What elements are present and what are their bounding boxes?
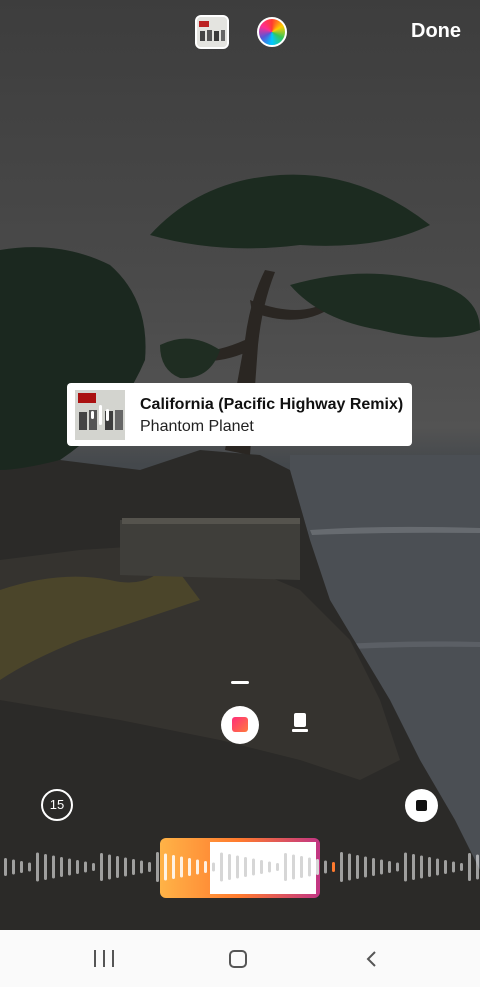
waveform-bar	[212, 862, 215, 872]
waveform-bar	[260, 860, 263, 874]
waveform-bar	[340, 852, 343, 882]
waveform-bar	[84, 861, 87, 873]
song-artist: Phantom Planet	[140, 418, 254, 435]
waveform-bar	[52, 855, 55, 879]
waveform-bar	[68, 858, 71, 876]
waveform-bar	[428, 857, 431, 877]
waveform-bar	[172, 855, 175, 879]
waveform-bar	[228, 854, 231, 880]
waveform-bar	[460, 863, 463, 871]
waveform-bar	[236, 855, 239, 879]
waveform-bar	[92, 863, 95, 871]
waveform-bar	[444, 860, 447, 874]
waveform-bar	[436, 858, 439, 876]
waveform-bar	[324, 860, 327, 874]
waveform-bar	[420, 855, 423, 879]
landscape-illustration	[0, 174, 480, 930]
waveform-bar	[108, 854, 111, 880]
waveform-bar	[76, 860, 79, 874]
waveform-bar	[148, 862, 151, 872]
audio-bars-icon	[91, 404, 109, 426]
waveform-bar	[252, 858, 255, 876]
waveform-bar	[164, 853, 167, 881]
album-art-icon[interactable]	[195, 15, 229, 49]
waveform-bar	[284, 853, 287, 881]
waveform	[4, 838, 479, 898]
waveform-bar	[44, 854, 47, 880]
waveform-bar	[244, 857, 247, 877]
waveform-bar	[204, 861, 207, 873]
stop-button[interactable]	[405, 789, 438, 822]
waveform-bar	[140, 860, 143, 874]
waveform-bar	[4, 858, 7, 876]
music-sticker-card[interactable]: California (Pacific Highway Remix) Phant…	[67, 383, 412, 446]
back-icon[interactable]	[364, 950, 380, 968]
waveform-bar	[132, 859, 135, 875]
stop-icon	[416, 800, 427, 811]
waveform-bar	[276, 863, 279, 871]
waveform-bar	[452, 861, 455, 873]
waveform-bar	[372, 858, 375, 876]
waveform-bar	[220, 852, 223, 882]
waveform-bar	[300, 856, 303, 878]
waveform-bar	[396, 862, 399, 872]
audio-clip-scrubber[interactable]	[0, 836, 480, 898]
waveform-bar	[308, 857, 311, 877]
waveform-bar	[348, 853, 351, 881]
song-title: California (Pacific Highway Remix)	[140, 396, 404, 413]
waveform-bar	[12, 859, 15, 875]
waveform-bar	[356, 855, 359, 879]
color-wheel-icon[interactable]	[257, 17, 287, 47]
waveform-bar	[196, 859, 199, 875]
story-background-photo	[0, 0, 480, 930]
home-icon[interactable]	[229, 950, 247, 968]
waveform-bar	[468, 853, 471, 881]
video-sticker-mode-button[interactable]	[221, 706, 259, 744]
duration-timer-button[interactable]: 15	[41, 789, 73, 821]
waveform-bar	[412, 854, 415, 880]
waveform-bar	[404, 852, 407, 882]
waveform-bar	[124, 857, 127, 877]
waveform-bar	[100, 853, 103, 881]
waveform-bar	[180, 856, 183, 878]
waveform-bar	[188, 858, 191, 876]
waveform-bar	[364, 856, 367, 878]
waveform-bar	[116, 856, 119, 878]
waveform-bar	[156, 852, 159, 882]
waveform-bar	[292, 854, 295, 880]
waveform-bar	[316, 859, 319, 875]
recents-icon[interactable]	[94, 950, 114, 968]
waveform-bar	[28, 862, 31, 872]
waveform-bar	[476, 854, 479, 880]
phone-card-icon[interactable]	[292, 713, 308, 735]
album-art-icon	[75, 390, 125, 440]
done-button[interactable]: Done	[411, 20, 461, 43]
video-sticker-icon	[232, 717, 248, 732]
mode-drag-handle[interactable]	[231, 681, 249, 684]
waveform-bar	[388, 861, 391, 873]
waveform-bar	[268, 861, 271, 873]
waveform-bar	[36, 852, 39, 882]
waveform-bar	[60, 857, 63, 877]
waveform-bar	[332, 862, 335, 872]
waveform-bar	[380, 859, 383, 875]
waveform-bar	[20, 861, 23, 873]
